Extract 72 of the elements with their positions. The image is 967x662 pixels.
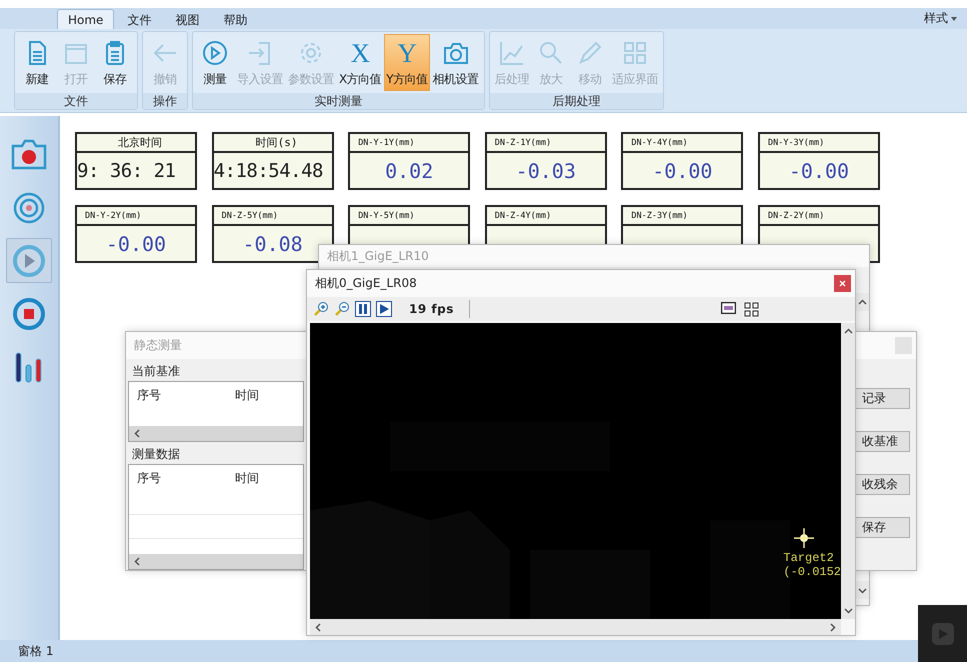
play-icon [930, 622, 954, 646]
letter-icon: Y [397, 39, 416, 67]
scroll-down-button[interactable] [855, 581, 869, 599]
window-button[interactable]: 记录 [855, 388, 910, 409]
ribbon-button[interactable]: 新建 [18, 34, 56, 91]
play-icon [201, 39, 229, 67]
group-title: 后期处理 [490, 93, 664, 109]
scrollbar[interactable] [310, 619, 841, 635]
scrollbar[interactable] [841, 323, 855, 619]
fps-counter: 19 fps [409, 302, 454, 316]
readout-label: DN-Y-3Y(mm) [758, 132, 880, 153]
column-header: 时间 [234, 386, 260, 404]
ribbon-button[interactable]: 测量 [196, 34, 234, 91]
line-chart-icon [498, 39, 526, 67]
readout-label: 北京时间 [75, 132, 197, 153]
readout-label: DN-Z-1Y(mm) [484, 132, 607, 153]
zoom-in-icon[interactable] [313, 301, 329, 317]
window-button[interactable]: 保存 [855, 517, 910, 538]
readout-label: DN-Y-5Y(mm) [348, 205, 470, 226]
section-title: 当前基准 [131, 363, 181, 380]
window-title: 静态测量 [134, 337, 182, 354]
column-header: 序号 [136, 470, 162, 486]
group-title: 操作 [143, 93, 187, 109]
menu-tab[interactable]: 视图 [164, 9, 210, 29]
menu-tab[interactable]: 帮助 [212, 9, 258, 29]
window-button[interactable]: 收残余 [855, 474, 910, 495]
close-button[interactable] [834, 275, 851, 292]
window-title: 相机1_GigE_LR10 [319, 245, 869, 267]
readout-label: DN-Y-4Y(mm) [621, 132, 744, 153]
target-label: Target2 (-0.0152 [783, 551, 841, 579]
readout-value: -0.03 [484, 153, 607, 190]
play-icon[interactable] [376, 301, 392, 317]
scrollbar[interactable] [129, 554, 303, 569]
readout-label: DN-Z-5Y(mm) [212, 205, 334, 226]
close-icon [839, 280, 846, 287]
caret-icon [951, 16, 957, 20]
readout-label: DN-Z-3Y(mm) [621, 205, 744, 226]
readout-value: -0.00 [75, 226, 197, 263]
scrollbar[interactable] [129, 426, 303, 441]
readout-label: DN-Y-1Y(mm) [348, 132, 470, 153]
column-header: 时间 [234, 470, 260, 486]
status-text: 窗格 1 [18, 642, 54, 660]
menu-tab[interactable]: 文件 [116, 9, 162, 29]
window-button[interactable]: 收基准 [855, 431, 910, 452]
pause-icon[interactable] [355, 301, 371, 317]
ribbon-button[interactable]: 保存 [96, 34, 134, 91]
readout-value: 9: 36: 21 [75, 153, 197, 190]
readout-value: 4:18:54.48 [212, 153, 334, 190]
ribbon-button[interactable]: Y Y方向值 [384, 34, 430, 91]
chevron-up-icon [858, 298, 866, 306]
style-menu[interactable]: 样式 [924, 10, 948, 27]
readout-label: DN-Y-2Y(mm) [75, 205, 197, 226]
zoom-out-icon[interactable] [334, 301, 350, 317]
readout-label: 时间(s) [212, 132, 334, 153]
scroll-up-button[interactable] [855, 293, 869, 311]
readout-value: -0.00 [758, 153, 880, 190]
ribbon-button[interactable]: 相机设置 [430, 34, 481, 91]
chevron-down-icon [858, 586, 866, 594]
ribbon-button[interactable]: X X方向值 [337, 34, 384, 91]
readout-label: DN-Z-4Y(mm) [484, 205, 607, 226]
grid-icon[interactable] [744, 302, 759, 316]
letter-icon: X [350, 39, 370, 67]
group-title: 文件 [15, 93, 137, 109]
window-title: 相机0_GigE_LR08 [315, 275, 417, 292]
readout-value: -0.00 [621, 153, 744, 190]
menu-tab[interactable]: Home [57, 9, 114, 29]
group-title: 实时测量 [193, 93, 484, 109]
section-title: 测量数据 [131, 446, 181, 463]
column-header: 序号 [136, 386, 162, 404]
readout-value: 0.02 [348, 153, 470, 190]
aspect-ratio-icon[interactable] [721, 302, 736, 314]
readout-label: DN-Z-2Y(mm) [758, 205, 880, 226]
